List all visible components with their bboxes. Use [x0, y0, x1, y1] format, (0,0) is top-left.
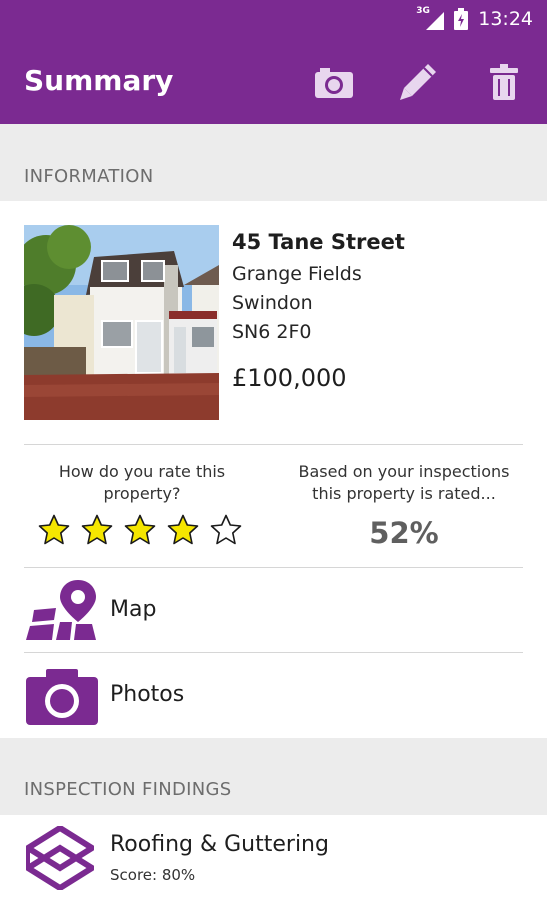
- clock: 13:24: [478, 8, 533, 30]
- status-bar: 3G 13:24: [0, 0, 547, 42]
- edit-button[interactable]: [396, 60, 440, 104]
- address-street: 45 Tane Street: [232, 230, 405, 254]
- roof-icon: [26, 826, 94, 890]
- star-rating[interactable]: [38, 514, 242, 546]
- findings-header: INSPECTION FINDINGS: [0, 738, 547, 815]
- property-photo[interactable]: [24, 225, 219, 420]
- battery-icon: [454, 8, 469, 30]
- address-postcode: SN6 2F0: [232, 321, 312, 343]
- photos-label: Photos: [110, 682, 185, 707]
- star-filled-icon[interactable]: [81, 514, 113, 546]
- finding-score: Score: 80%: [110, 866, 196, 884]
- inspection-rating-label: Based on your inspections this property …: [298, 462, 510, 503]
- star-filled-icon[interactable]: [124, 514, 156, 546]
- camera-icon: [26, 669, 98, 725]
- finding-title: Roofing & Guttering: [110, 832, 329, 857]
- address-town: Swindon: [232, 292, 313, 314]
- star-filled-icon[interactable]: [167, 514, 199, 546]
- inspection-rating-value: 52%: [369, 516, 439, 550]
- trash-icon: [490, 64, 518, 100]
- information-header: INFORMATION: [0, 124, 547, 201]
- findings-header-label: INSPECTION FINDINGS: [24, 779, 232, 800]
- camera-action-button[interactable]: [312, 60, 356, 104]
- star-filled-icon[interactable]: [38, 514, 70, 546]
- app-bar: Summary: [0, 42, 547, 124]
- star-empty-icon[interactable]: [210, 514, 242, 546]
- map-row[interactable]: Map: [0, 568, 547, 652]
- signal-icon: 3G: [416, 6, 445, 30]
- map-label: Map: [110, 597, 157, 622]
- user-rating-question: How do you rate this property?: [58, 462, 226, 503]
- camera-icon: [315, 68, 353, 98]
- property-price: £100,000: [232, 364, 347, 392]
- delete-button[interactable]: [482, 60, 526, 104]
- address-area: Grange Fields: [232, 263, 362, 285]
- map-pin-icon: [26, 580, 96, 640]
- photos-row[interactable]: Photos: [0, 653, 547, 737]
- divider: [24, 444, 523, 445]
- page-title: Summary: [24, 64, 174, 97]
- pencil-icon: [400, 64, 436, 100]
- information-header-label: INFORMATION: [24, 166, 154, 187]
